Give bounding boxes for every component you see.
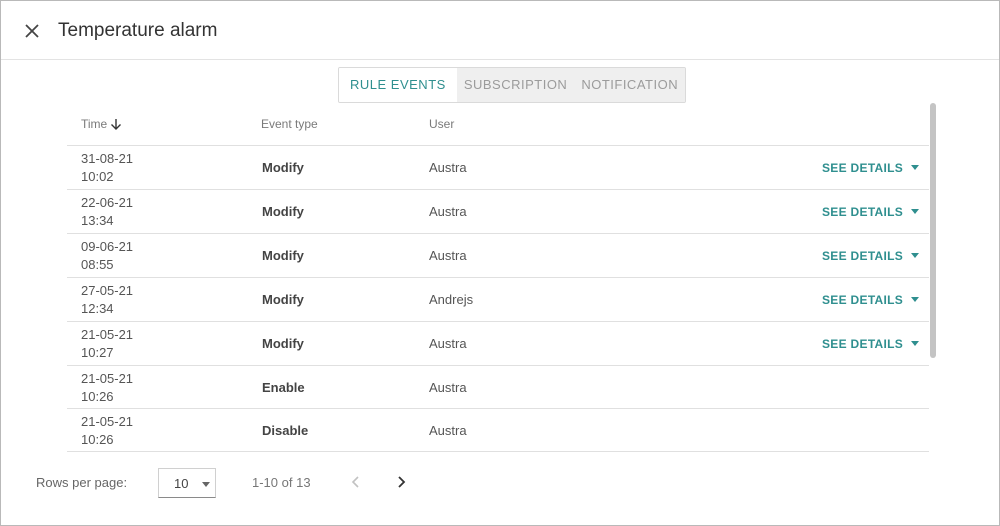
cell-date-text: 31-08-21 xyxy=(81,151,134,166)
cell-date-text: 21-05-21 xyxy=(81,327,134,342)
column-header-event-type[interactable]: Event type xyxy=(261,117,318,131)
cell-time: 27-05-21 12:34 xyxy=(81,282,133,318)
see-details-button[interactable]: SEE DETAILS xyxy=(822,336,920,351)
cell-event-type: Disable xyxy=(262,422,309,438)
events-table: Time Event type User 31-08-21 10:02 Modify… xyxy=(67,102,929,454)
column-header-time-label: Time xyxy=(81,117,108,131)
cell-event-type: Enable xyxy=(262,379,305,395)
dialog-header: Temperature alarm xyxy=(1,1,999,60)
caret-down-icon xyxy=(911,253,920,258)
cell-time: 31-08-21 10:02 xyxy=(81,150,133,186)
rows-per-page-label: Rows per page: xyxy=(36,475,128,490)
cell-date-text: 21-05-21 xyxy=(81,413,134,429)
cell-time: 22-06-21 13:34 xyxy=(81,194,133,230)
previous-page-button[interactable] xyxy=(346,472,366,492)
cell-user: Austra xyxy=(429,204,467,219)
chevron-down-icon xyxy=(202,482,210,487)
cell-event-type: Modify xyxy=(262,336,304,351)
cell-date-text: 09-06-21 xyxy=(81,239,134,254)
cell-time-text: 10:27 xyxy=(81,345,114,360)
pagination-bar: Rows per page: 10 1-10 of 13 xyxy=(1,466,999,500)
table-row: 21-05-21 10:26 Disable Austra xyxy=(67,409,929,452)
cell-date-text: 27-05-21 xyxy=(81,283,134,298)
close-button[interactable] xyxy=(19,18,45,44)
chevron-left-icon xyxy=(351,476,359,488)
tab-bar: RULE EVENTS SUBSCRIPTION NOTIFICATION xyxy=(338,67,687,103)
cell-user: Austra xyxy=(429,248,467,263)
see-details-label: SEE DETAILS xyxy=(822,160,904,175)
cell-time: 09-06-21 08:55 xyxy=(81,238,133,274)
cell-event-type: Modify xyxy=(262,248,304,263)
caret-down-icon xyxy=(911,297,920,302)
cell-time: 21-05-21 10:26 xyxy=(81,413,133,449)
pagination-range: 1-10 of 13 xyxy=(252,475,311,490)
cell-time-text: 12:34 xyxy=(81,301,114,316)
cell-user: Andrejs xyxy=(429,292,474,307)
cell-time-text: 08:55 xyxy=(81,257,114,272)
see-details-button[interactable]: SEE DETAILS xyxy=(822,292,920,307)
table-row: 21-05-21 10:27 Modify Austra SEE DETAILS xyxy=(67,322,929,366)
cell-user: Austra xyxy=(429,160,467,175)
cell-time-text: 10:02 xyxy=(81,169,114,184)
cell-event-type: Modify xyxy=(262,204,304,219)
table-header: Time Event type User xyxy=(67,102,929,146)
see-details-label: SEE DETAILS xyxy=(822,336,904,351)
cell-date-text: 22-06-21 xyxy=(81,195,134,210)
table-row: 22-06-21 13:34 Modify Austra SEE DETAILS xyxy=(67,190,929,234)
see-details-label: SEE DETAILS xyxy=(822,204,904,219)
see-details-button[interactable]: SEE DETAILS xyxy=(822,204,920,219)
tab-rule-events[interactable]: RULE EVENTS xyxy=(339,68,457,102)
cell-user: Austra xyxy=(429,379,467,395)
caret-down-icon xyxy=(911,165,920,170)
see-details-button[interactable]: SEE DETAILS xyxy=(822,160,920,175)
dialog-title: Temperature alarm xyxy=(58,20,218,41)
cell-event-type: Modify xyxy=(262,160,304,175)
cell-time-text: 10:26 xyxy=(81,388,114,404)
table-row: 27-05-21 12:34 Modify Andrejs SEE DETAILS xyxy=(67,278,929,322)
cell-user: Austra xyxy=(429,422,467,438)
cell-date-text: 21-05-21 xyxy=(81,370,134,386)
next-page-button[interactable] xyxy=(391,472,411,492)
caret-down-icon xyxy=(911,209,920,214)
see-details-label: SEE DETAILS xyxy=(822,292,904,307)
cell-time: 21-05-21 10:27 xyxy=(81,326,133,362)
table-row: 09-06-21 08:55 Modify Austra SEE DETAILS xyxy=(67,234,929,278)
caret-down-icon xyxy=(911,341,920,346)
column-header-user[interactable]: User xyxy=(429,117,454,131)
cell-user: Austra xyxy=(429,336,467,351)
vertical-scrollbar[interactable] xyxy=(930,103,936,358)
tab-notification[interactable]: NOTIFICATION xyxy=(574,68,686,102)
cell-time-text: 13:34 xyxy=(81,213,114,228)
arrow-down-icon xyxy=(111,119,122,130)
chevron-right-icon xyxy=(398,476,406,488)
see-details-button[interactable]: SEE DETAILS xyxy=(822,248,920,263)
rows-per-page-select[interactable]: 10 xyxy=(158,468,216,498)
rows-per-page-value: 10 xyxy=(174,476,189,491)
table-row: 31-08-21 10:02 Modify Austra SEE DETAILS xyxy=(67,146,929,190)
see-details-label: SEE DETAILS xyxy=(822,248,904,263)
cell-time: 21-05-21 10:26 xyxy=(81,370,133,406)
temperature-alarm-dialog: Temperature alarm RULE EVENTS SUBSCRIPTI… xyxy=(0,0,1000,526)
cell-time-text: 10:26 xyxy=(81,431,114,447)
tab-subscription[interactable]: SUBSCRIPTION xyxy=(456,68,575,102)
cell-event-type: Modify xyxy=(262,292,304,307)
close-icon xyxy=(25,24,39,38)
table-row: 21-05-21 10:26 Enable Austra xyxy=(67,366,929,409)
column-header-time[interactable]: Time xyxy=(81,117,122,131)
